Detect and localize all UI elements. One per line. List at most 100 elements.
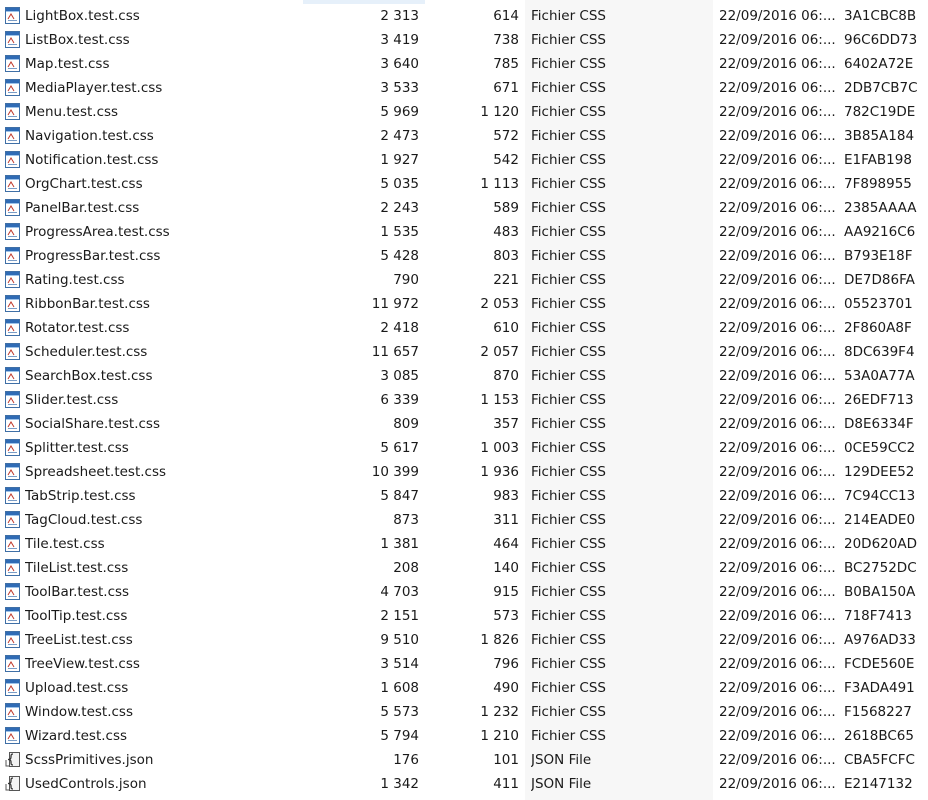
file-name: TagCloud.test.css bbox=[25, 512, 143, 528]
file-row[interactable]: Scheduler.test.css 11 657 2 057 Fichier … bbox=[0, 340, 928, 364]
file-name: Navigation.test.css bbox=[25, 128, 154, 144]
file-crc: 20D620AD bbox=[844, 536, 917, 552]
file-name: Window.test.css bbox=[25, 704, 133, 720]
css-file-icon bbox=[4, 31, 21, 48]
file-row[interactable]: OrgChart.test.css 5 035 1 113 Fichier CS… bbox=[0, 172, 928, 196]
file-row[interactable]: TreeView.test.css 3 514 796 Fichier CSS … bbox=[0, 652, 928, 676]
file-type: Fichier CSS bbox=[531, 248, 606, 264]
file-crc: 0CE59CC2 bbox=[844, 440, 916, 456]
file-row[interactable]: SearchBox.test.css 3 085 870 Fichier CSS… bbox=[0, 364, 928, 388]
css-file-icon bbox=[4, 103, 21, 120]
file-crc: 26EDF713 bbox=[844, 392, 914, 408]
file-compressed-size: 915 bbox=[493, 584, 519, 600]
css-file-icon bbox=[4, 655, 21, 672]
file-compressed-size: 785 bbox=[493, 56, 519, 72]
file-size: 2 473 bbox=[380, 128, 419, 144]
file-modified: 22/09/2016 06:... bbox=[719, 296, 836, 312]
file-row[interactable]: RibbonBar.test.css 11 972 2 053 Fichier … bbox=[0, 292, 928, 316]
file-row[interactable]: Wizard.test.css 5 794 1 210 Fichier CSS … bbox=[0, 724, 928, 748]
file-modified: 22/09/2016 06:... bbox=[719, 104, 836, 120]
file-row[interactable]: ListBox.test.css 3 419 738 Fichier CSS 2… bbox=[0, 28, 928, 52]
file-row[interactable]: ProgressArea.test.css 1 535 483 Fichier … bbox=[0, 220, 928, 244]
file-size: 790 bbox=[393, 272, 419, 288]
file-row[interactable]: Rotator.test.css 2 418 610 Fichier CSS 2… bbox=[0, 316, 928, 340]
file-modified: 22/09/2016 06:... bbox=[719, 464, 836, 480]
file-name: ProgressArea.test.css bbox=[25, 224, 170, 240]
file-type: Fichier CSS bbox=[531, 704, 606, 720]
file-row[interactable]: TileList.test.css 208 140 Fichier CSS 22… bbox=[0, 556, 928, 580]
file-type: Fichier CSS bbox=[531, 296, 606, 312]
file-name: MediaPlayer.test.css bbox=[25, 80, 163, 96]
file-row[interactable]: TabStrip.test.css 5 847 983 Fichier CSS … bbox=[0, 484, 928, 508]
file-row[interactable]: Navigation.test.css 2 473 572 Fichier CS… bbox=[0, 124, 928, 148]
file-crc: DE7D86FA bbox=[844, 272, 915, 288]
file-row[interactable]: Rating.test.css 790 221 Fichier CSS 22/0… bbox=[0, 268, 928, 292]
file-row[interactable]: Notification.test.css 1 927 542 Fichier … bbox=[0, 148, 928, 172]
file-compressed-size: 572 bbox=[493, 128, 519, 144]
css-file-icon bbox=[4, 319, 21, 336]
file-name: TreeView.test.css bbox=[25, 656, 140, 672]
file-row[interactable]: LightBox.test.css 2 313 614 Fichier CSS … bbox=[0, 4, 928, 28]
file-compressed-size: 796 bbox=[493, 656, 519, 672]
file-row[interactable]: ScssPrimitives.json 176 101 JSON File 22… bbox=[0, 748, 928, 772]
file-crc: 3A1CBC8B bbox=[844, 8, 917, 24]
file-size: 1 381 bbox=[380, 536, 419, 552]
file-row[interactable]: TreeList.test.css 9 510 1 826 Fichier CS… bbox=[0, 628, 928, 652]
file-crc: 3B85A184 bbox=[844, 128, 915, 144]
file-crc: D8E6334F bbox=[844, 416, 914, 432]
file-name: ProgressBar.test.css bbox=[25, 248, 161, 264]
file-compressed-size: 221 bbox=[493, 272, 519, 288]
file-row[interactable]: Menu.test.css 5 969 1 120 Fichier CSS 22… bbox=[0, 100, 928, 124]
file-crc: 6402A72E bbox=[844, 56, 914, 72]
file-size: 2 151 bbox=[380, 608, 419, 624]
css-file-icon bbox=[4, 439, 21, 456]
json-file-icon bbox=[4, 751, 21, 768]
file-row[interactable]: Slider.test.css 6 339 1 153 Fichier CSS … bbox=[0, 388, 928, 412]
file-row[interactable]: Window.test.css 5 573 1 232 Fichier CSS … bbox=[0, 700, 928, 724]
file-size: 3 419 bbox=[380, 32, 419, 48]
file-row[interactable]: Splitter.test.css 5 617 1 003 Fichier CS… bbox=[0, 436, 928, 460]
file-crc: BC2752DC bbox=[844, 560, 917, 576]
file-type: Fichier CSS bbox=[531, 656, 606, 672]
file-row[interactable]: ToolBar.test.css 4 703 915 Fichier CSS 2… bbox=[0, 580, 928, 604]
file-modified: 22/09/2016 06:... bbox=[719, 80, 836, 96]
css-file-icon bbox=[4, 391, 21, 408]
file-size: 5 969 bbox=[380, 104, 419, 120]
file-compressed-size: 610 bbox=[493, 320, 519, 336]
file-row[interactable]: ProgressBar.test.css 5 428 803 Fichier C… bbox=[0, 244, 928, 268]
file-row[interactable]: SocialShare.test.css 809 357 Fichier CSS… bbox=[0, 412, 928, 436]
file-type: Fichier CSS bbox=[531, 320, 606, 336]
file-name: Map.test.css bbox=[25, 56, 110, 72]
file-type: Fichier CSS bbox=[531, 680, 606, 696]
file-type: Fichier CSS bbox=[531, 152, 606, 168]
css-file-icon bbox=[4, 127, 21, 144]
file-size: 11 657 bbox=[371, 344, 419, 360]
file-name: Notification.test.css bbox=[25, 152, 159, 168]
file-crc: B793E18F bbox=[844, 248, 913, 264]
file-crc: 05523701 bbox=[844, 296, 913, 312]
file-row[interactable]: Map.test.css 3 640 785 Fichier CSS 22/09… bbox=[0, 52, 928, 76]
file-compressed-size: 1 936 bbox=[480, 464, 519, 480]
file-name: Splitter.test.css bbox=[25, 440, 129, 456]
file-row[interactable]: Upload.test.css 1 608 490 Fichier CSS 22… bbox=[0, 676, 928, 700]
file-modified: 22/09/2016 06:... bbox=[719, 440, 836, 456]
file-name: TreeList.test.css bbox=[25, 632, 133, 648]
file-list[interactable]: LightBox.test.css 2 313 614 Fichier CSS … bbox=[0, 4, 928, 796]
file-compressed-size: 803 bbox=[493, 248, 519, 264]
file-row[interactable]: UsedControls.json 1 342 411 JSON File 22… bbox=[0, 772, 928, 796]
file-row[interactable]: MediaPlayer.test.css 3 533 671 Fichier C… bbox=[0, 76, 928, 100]
file-size: 1 608 bbox=[380, 680, 419, 696]
file-row[interactable]: Tile.test.css 1 381 464 Fichier CSS 22/0… bbox=[0, 532, 928, 556]
file-row[interactable]: PanelBar.test.css 2 243 589 Fichier CSS … bbox=[0, 196, 928, 220]
css-file-icon bbox=[4, 199, 21, 216]
file-compressed-size: 1 120 bbox=[480, 104, 519, 120]
file-type: Fichier CSS bbox=[531, 608, 606, 624]
css-file-icon bbox=[4, 55, 21, 72]
file-type: Fichier CSS bbox=[531, 440, 606, 456]
file-row[interactable]: Spreadsheet.test.css 10 399 1 936 Fichie… bbox=[0, 460, 928, 484]
file-row[interactable]: ToolTip.test.css 2 151 573 Fichier CSS 2… bbox=[0, 604, 928, 628]
file-modified: 22/09/2016 06:... bbox=[719, 656, 836, 672]
file-row[interactable]: TagCloud.test.css 873 311 Fichier CSS 22… bbox=[0, 508, 928, 532]
file-size: 2 313 bbox=[380, 8, 419, 24]
file-name: SocialShare.test.css bbox=[25, 416, 160, 432]
